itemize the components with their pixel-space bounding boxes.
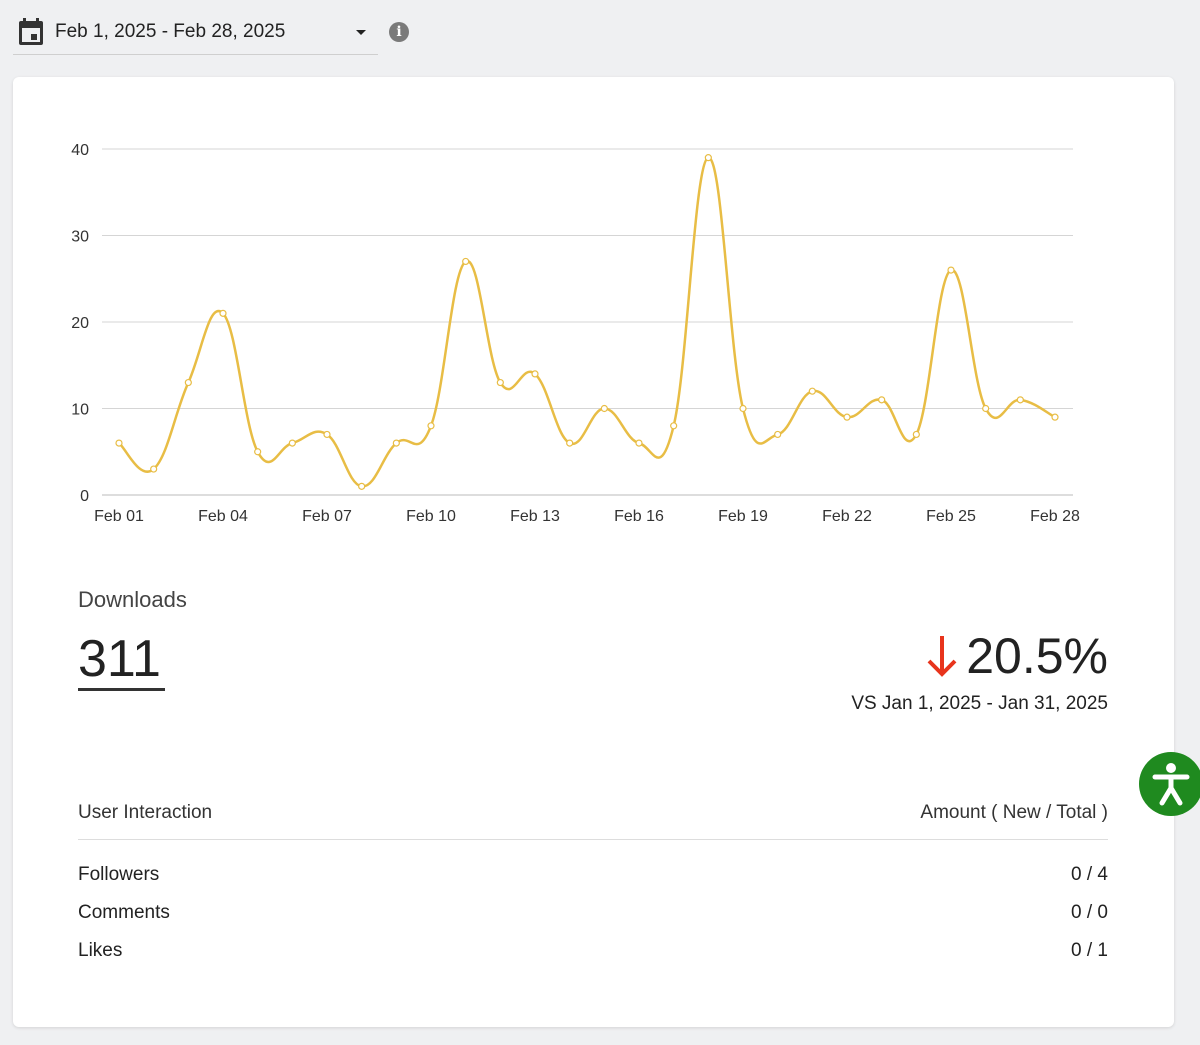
data-point xyxy=(288,439,296,447)
data-point xyxy=(670,422,678,430)
row-value: 0 / 1 xyxy=(1071,940,1108,961)
data-point xyxy=(635,439,643,447)
downloads-total: 311 xyxy=(78,630,165,691)
x-tick-label: Feb 04 xyxy=(198,508,248,525)
x-tick-label: Feb 19 xyxy=(718,508,768,525)
data-point xyxy=(947,266,955,274)
data-point xyxy=(739,404,747,413)
x-tick-label: Feb 10 xyxy=(406,508,456,525)
date-range-label: Feb 1, 2025 - Feb 28, 2025 xyxy=(55,21,286,42)
data-point xyxy=(531,370,539,378)
chevron-down-icon[interactable] xyxy=(356,29,366,35)
data-point xyxy=(150,465,158,473)
calendar-icon xyxy=(19,18,43,45)
downloads-card: 0 10 20 30 40 Feb 01 Feb 04 Feb 07 Feb 10 Feb 13 F… xyxy=(13,77,1174,1027)
date-range-picker[interactable]: Feb 1, 2025 - Feb 28, 2025 xyxy=(13,10,378,55)
data-point xyxy=(808,387,816,395)
data-point xyxy=(566,439,574,447)
change-percent: 20.5% xyxy=(966,628,1108,684)
x-tick-label: Feb 07 xyxy=(302,508,352,525)
x-tick-label: Feb 01 xyxy=(94,508,144,525)
y-tick-label: 10 xyxy=(71,402,89,419)
table-row: Followers 0 / 4 xyxy=(78,864,1108,894)
data-point xyxy=(115,439,123,447)
x-tick-label: Feb 22 xyxy=(822,508,872,525)
data-point xyxy=(427,422,435,430)
accessibility-button[interactable] xyxy=(1139,752,1200,816)
row-label: Followers xyxy=(78,864,160,885)
y-tick-label: 20 xyxy=(71,315,89,332)
change-indicator: 20.5% xyxy=(926,627,1108,685)
y-tick-label: 30 xyxy=(71,229,89,246)
table-row: Comments 0 / 0 xyxy=(78,902,1108,932)
interaction-table-header: User Interaction Amount ( New / Total ) xyxy=(78,802,1108,840)
data-point xyxy=(219,309,227,317)
data-point xyxy=(323,430,331,439)
comparison-range: VS Jan 1, 2025 - Jan 31, 2025 xyxy=(851,693,1108,714)
data-point xyxy=(496,378,504,387)
data-point xyxy=(184,378,192,387)
x-tick-label: Feb 13 xyxy=(510,508,560,525)
data-point xyxy=(1016,396,1024,404)
y-tick-label: 0 xyxy=(80,488,89,505)
x-tick-label: Feb 16 xyxy=(614,508,664,525)
data-point xyxy=(982,404,990,413)
info-icon[interactable]: i xyxy=(389,22,409,42)
row-label: Likes xyxy=(78,940,123,961)
row-label: Comments xyxy=(78,902,170,923)
x-tick-label: Feb 28 xyxy=(1030,508,1080,525)
data-point xyxy=(392,439,400,447)
data-point xyxy=(358,482,366,490)
downloads-line-chart: 0 10 20 30 40 Feb 01 Feb 04 Feb 07 Feb 10 Feb 13 F… xyxy=(71,142,1080,525)
data-point xyxy=(912,430,920,439)
data-point xyxy=(843,413,851,421)
data-point xyxy=(462,257,470,266)
table-row: Likes 0 / 1 xyxy=(78,940,1108,970)
accessibility-icon xyxy=(1152,763,1190,806)
x-tick-label: Feb 25 xyxy=(926,508,976,525)
header-user-interaction: User Interaction xyxy=(78,802,213,823)
data-point xyxy=(774,430,782,439)
data-point xyxy=(254,448,262,456)
y-tick-label: 40 xyxy=(71,142,89,159)
data-point xyxy=(1051,413,1059,421)
row-value: 0 / 4 xyxy=(1071,864,1108,885)
row-value: 0 / 0 xyxy=(1071,902,1108,923)
data-point xyxy=(878,396,886,404)
header-amount: Amount ( New / Total ) xyxy=(920,802,1108,823)
data-point xyxy=(600,404,608,413)
arrow-down-icon xyxy=(927,636,957,677)
data-point xyxy=(704,154,712,162)
downloads-title: Downloads xyxy=(78,587,187,612)
